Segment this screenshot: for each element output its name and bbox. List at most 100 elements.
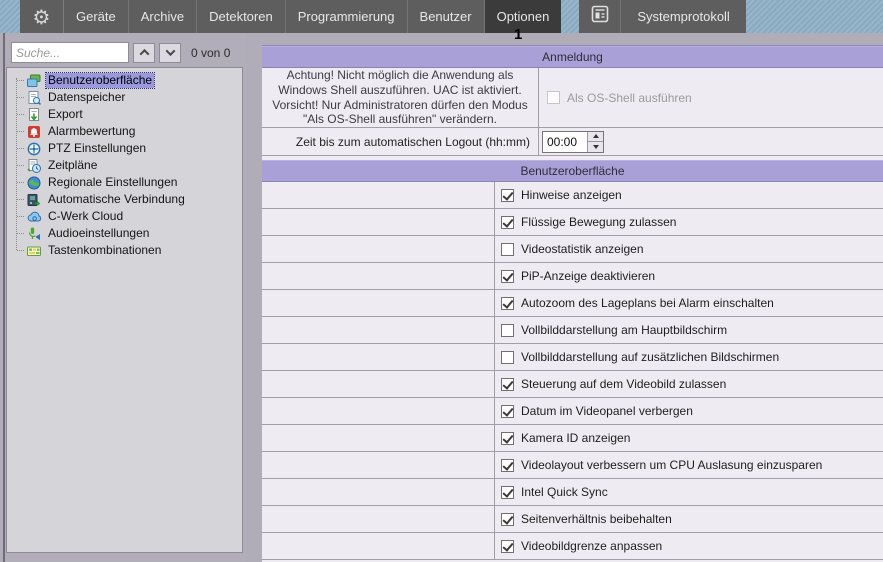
option-checkbox[interactable] — [501, 377, 514, 391]
option-intel-quick-sync: Intel Quick Sync — [501, 485, 608, 499]
tree-branch-line — [17, 80, 24, 81]
option-label: Kamera ID anzeigen — [521, 431, 631, 445]
option-vollbilddarstellung-auf-zusätzlichen-bildschirmen: Vollbilddarstellung auf zusätzlichen Bil… — [501, 350, 779, 364]
sidebar-item-label: Export — [48, 107, 83, 121]
option-row: Videolayout verbessern um CPU Auslasung … — [262, 452, 883, 479]
search-input[interactable] — [11, 42, 129, 63]
tree-branch-line — [17, 148, 24, 149]
triangle-down-icon — [592, 144, 599, 149]
sidebar-item-label: Audioeinstellungen — [48, 226, 150, 240]
option-videobildgrenze-anpassen: Videobildgrenze anpassen — [501, 539, 662, 553]
option-row: PiP-Anzeige deaktivieren — [262, 263, 883, 290]
chevron-down-icon — [165, 46, 175, 57]
option-row-left-cell — [262, 182, 495, 208]
chevron-up-icon — [139, 48, 149, 59]
tree-branch-line — [17, 233, 24, 234]
option-kamera-id-anzeigen: Kamera ID anzeigen — [501, 431, 630, 445]
alarm-icon — [26, 124, 42, 140]
os-shell-row: Achtung! Nicht möglich die Anwendung als… — [262, 68, 883, 128]
schedule-icon — [26, 158, 42, 174]
keyboard-icon — [26, 243, 42, 259]
option-checkbox[interactable] — [501, 458, 514, 472]
option-row-left-cell — [262, 344, 495, 370]
tree-branch-line — [17, 97, 24, 98]
option-label: Videostatistik anzeigen — [521, 242, 644, 256]
os-shell-checkbox[interactable] — [547, 91, 560, 104]
option-checkbox[interactable] — [501, 242, 514, 256]
annotation-step-1: 1 — [514, 26, 523, 43]
sidebar-item-datenspeicher[interactable]: Datenspeicher — [7, 89, 242, 106]
option-checkbox[interactable] — [501, 323, 514, 337]
sidebar-item-zeitpläne[interactable]: Zeitpläne — [7, 157, 242, 174]
sidebar-item-regionale-einstellungen[interactable]: Regionale Einstellungen — [7, 174, 242, 191]
sidebar-item-tastenkombinationen[interactable]: Tastenkombinationen — [7, 242, 242, 259]
main-tabs-segment: ⚙ Geräte Archive Detektoren Programmierung B… — [20, 0, 562, 33]
option-row: Steuerung auf dem Videobild zulassen — [262, 371, 883, 398]
tree-branch-line — [17, 250, 24, 251]
triangle-up-icon — [592, 134, 599, 139]
spinner-down-button[interactable] — [588, 142, 603, 152]
tab-detektoren[interactable]: Detektoren — [197, 0, 286, 33]
section-title: Benutzeroberfläche — [520, 164, 625, 178]
option-checkbox[interactable] — [501, 296, 514, 310]
cloud-icon — [26, 209, 42, 225]
tab-optionen[interactable]: Optionen — [484, 0, 562, 33]
option-checkbox[interactable] — [501, 485, 514, 499]
gear-icon: ⚙ — [32, 4, 51, 29]
spinner-up-button[interactable] — [588, 131, 603, 142]
sidebar-item-benutzeroberfläche[interactable]: Benutzeroberfläche — [7, 72, 242, 89]
option-row-right-cell: Kamera ID anzeigen — [495, 425, 883, 451]
sidebar-item-label: PTZ Einstellungen — [48, 141, 147, 155]
option-checkbox[interactable] — [501, 404, 514, 418]
system-log-icon-button[interactable] — [579, 0, 622, 33]
sidebar-item-c-werk-cloud[interactable]: C-Werk Cloud — [7, 208, 242, 225]
option-videolayout-verbessern-um-cpu-auslasung-einzusparen: Videolayout verbessern um CPU Auslasung … — [501, 458, 822, 472]
tab-geräte[interactable]: Geräte — [64, 0, 129, 33]
sidebar-item-label: C-Werk Cloud — [48, 209, 124, 223]
logout-time-value[interactable]: 00:00 — [543, 132, 587, 152]
option-checkbox[interactable] — [501, 539, 514, 553]
spinner-buttons — [587, 131, 603, 152]
option-checkbox[interactable] — [501, 215, 514, 229]
option-checkbox[interactable] — [501, 269, 514, 283]
search-previous-button[interactable] — [133, 42, 155, 63]
logout-timeout-label: Zeit bis zum automatischen Logout (hh:mm… — [295, 134, 530, 149]
option-row-right-cell: Videobildgrenze anpassen — [495, 533, 883, 559]
option-datum-im-videopanel-verbergen: Datum im Videopanel verbergen — [501, 404, 693, 418]
option-row-right-cell: Vollbilddarstellung am Hauptbildschirm — [495, 317, 883, 343]
option-checkbox[interactable] — [501, 512, 514, 526]
logout-time-spinner[interactable]: 00:00 — [542, 130, 604, 153]
sidebar-item-automatische-verbindung[interactable]: Automatische Verbindung — [7, 191, 242, 208]
microphone-icon — [26, 226, 42, 242]
option-checkbox[interactable] — [501, 431, 514, 445]
section-header-login: Anmeldung — [262, 46, 883, 68]
tree-branch-line — [17, 182, 24, 183]
option-hinweise-anzeigen: Hinweise anzeigen — [501, 188, 622, 202]
tab-archive[interactable]: Archive — [129, 0, 198, 33]
tab-programmierung[interactable]: Programmierung — [286, 0, 408, 33]
option-autozoom-des-lageplans-bei-alarm-einschalten: Autozoom des Lageplans bei Alarm einscha… — [501, 296, 774, 310]
option-row-left-cell — [262, 398, 495, 424]
option-checkbox[interactable] — [501, 350, 514, 364]
option-row-left-cell — [262, 209, 495, 235]
option-row-right-cell: PiP-Anzeige deaktivieren — [495, 263, 883, 289]
sidebar-item-audioeinstellungen[interactable]: Audioeinstellungen — [7, 225, 242, 242]
server-connect-icon — [26, 192, 42, 208]
option-row: Hinweise anzeigen — [262, 182, 883, 209]
sidebar-item-alarmbewertung[interactable]: Alarmbewertung — [7, 123, 242, 140]
option-label: Flüssige Bewegung zulassen — [521, 215, 677, 229]
section-title: Anmeldung — [542, 50, 603, 64]
sidebar-item-export[interactable]: Export — [7, 106, 242, 123]
search-next-button[interactable] — [159, 42, 181, 63]
option-row: Videobildgrenze anpassen — [262, 533, 883, 560]
sidebar-item-ptz-einstellungen[interactable]: PTZ Einstellungen — [7, 140, 242, 157]
option-pip-anzeige-deaktivieren: PiP-Anzeige deaktivieren — [501, 269, 655, 283]
tab-benutzer[interactable]: Benutzer — [408, 0, 485, 33]
option-row-left-cell — [262, 533, 495, 559]
option-label: Videolayout verbessern um CPU Auslasung … — [521, 458, 823, 472]
option-row-right-cell: Seitenverhältnis beibehalten — [495, 506, 883, 532]
settings-gear-button[interactable]: ⚙ — [20, 0, 64, 33]
system-log-button[interactable]: Systemprotokoll — [621, 0, 745, 33]
option-checkbox[interactable] — [501, 188, 514, 202]
option-label: Autozoom des Lageplans bei Alarm einscha… — [521, 296, 774, 310]
